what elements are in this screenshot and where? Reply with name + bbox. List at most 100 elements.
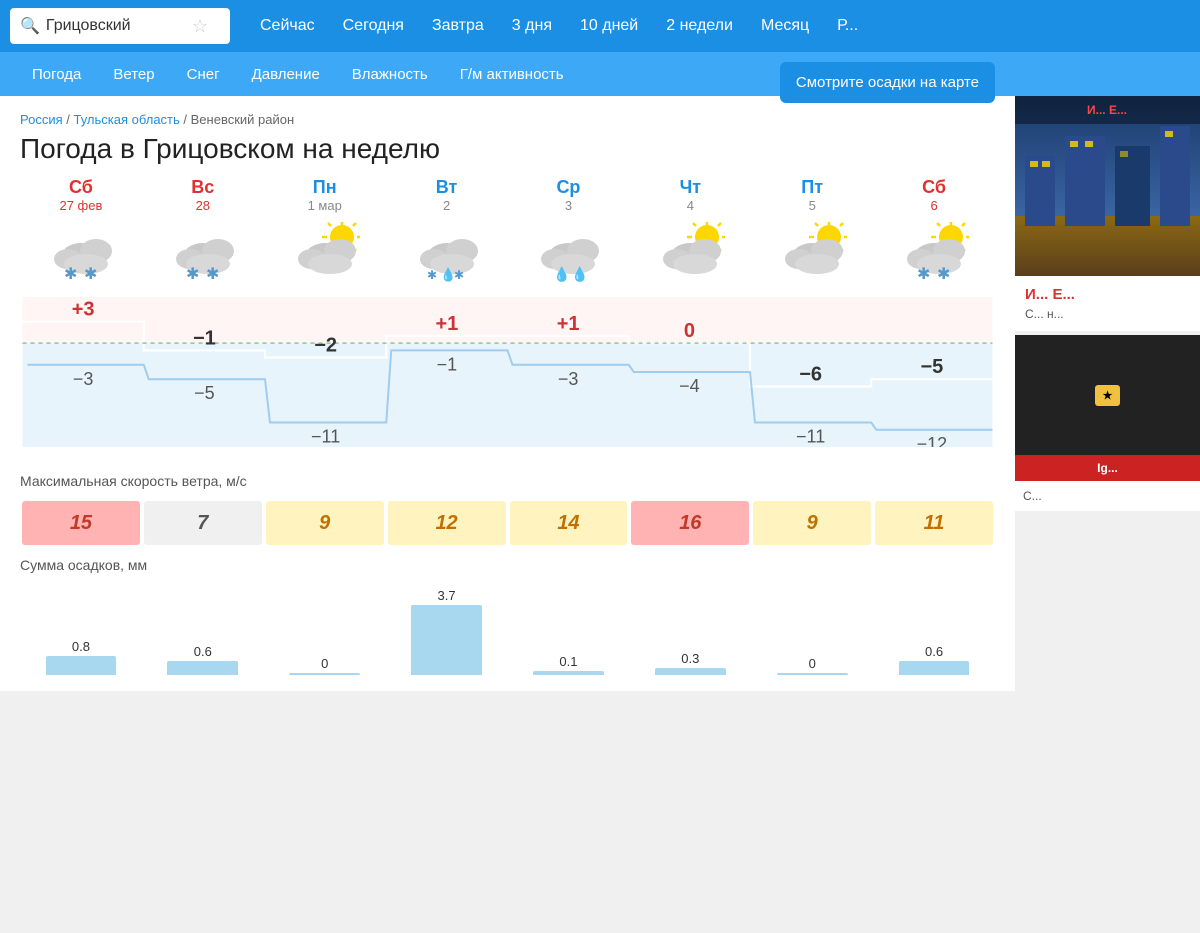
favorite-icon[interactable]: ☆ [192,16,208,37]
rain-map-button[interactable]: Смотрите осадки на карте [780,62,995,103]
precip-bar-1 [167,661,238,675]
svg-text:0: 0 [684,320,695,342]
tab-segodnya[interactable]: Сегодня [329,9,418,43]
wind-section-label: Максимальная скорость ветра, м/с [20,461,995,497]
icon-col-6 [751,219,873,289]
svg-text:−5: −5 [920,356,943,378]
ad-title: И... Е... [1025,286,1190,303]
svg-text:✱: ✱ [64,266,77,283]
breadcrumb-russia[interactable]: Россия [20,112,63,127]
precip-bar-7 [899,661,970,675]
day-date-0: 27 фев [22,198,140,213]
svg-text:−11: −11 [796,427,825,447]
wind-item-4: 14 [510,501,628,545]
breadcrumb-region[interactable]: Тульская область [74,112,180,127]
day-name-7: Сб [875,177,993,198]
day-col-5: Чт 4 [629,177,751,213]
svg-text:−1: −1 [193,327,216,349]
tab-more[interactable]: Р... [823,9,872,43]
breadcrumb: Россия / Тульская область / Веневский ра… [20,112,995,127]
top-navigation: 🔍 ☆ Сейчас Сегодня Завтра 3 дня 10 дней … [0,0,1200,52]
precip-value-4: 0.1 [559,654,577,669]
precip-item-6: 0 [751,585,873,675]
wind-item-3: 12 [388,501,506,545]
svg-text:−4: −4 [679,376,700,396]
icon-col-3: ✱ 💧 ✱ [386,219,508,289]
precip-item-4: 0.1 [508,585,630,675]
sub-navigation: Погода Ветер Снег Давление Влажность Г/м… [0,52,1200,96]
search-box[interactable]: 🔍 ☆ [10,8,230,44]
svg-text:−12: −12 [917,434,948,447]
day-col-1: Вс 28 [142,177,264,213]
wind-item-5: 16 [631,501,749,545]
subtab-veter[interactable]: Ветер [97,58,170,91]
header-area: Смотрите осадки на карте Россия / Тульск… [20,112,995,165]
precip-item-1: 0.6 [142,585,264,675]
svg-text:✱: ✱ [454,268,464,282]
day-col-6: Пт 5 [751,177,873,213]
search-icon: 🔍 [20,16,40,36]
precip-value-0: 0.8 [72,639,90,654]
subtab-pogoda[interactable]: Погода [16,58,97,91]
page-title: Погода в Грицовском на неделю [20,133,995,165]
tab-2weeks[interactable]: 2 недели [652,9,747,43]
ad-image-svg: И... Е... [1015,96,1200,276]
day-name-0: Сб [22,177,140,198]
icon-col-0: ✱ ✱ [20,219,142,289]
svg-text:✱: ✱ [206,266,219,283]
icon-col-2 [264,219,386,289]
wind-item-6: 9 [753,501,871,545]
precip-value-5: 0.3 [681,651,699,666]
subtab-davlenie[interactable]: Давление [236,58,336,91]
subtab-vlazhnost[interactable]: Влажность [336,58,444,91]
tab-10days[interactable]: 10 дней [566,9,652,43]
day-name-1: Вс [144,177,262,198]
svg-text:✱: ✱ [186,266,199,283]
svg-text:−5: −5 [194,383,215,403]
weather-grid: Сб 27 фев Вс 28 Пн 1 мар Вт 2 Ср 3 Чт 4 … [20,177,995,675]
svg-text:−1: −1 [437,354,458,374]
sidebar-dark-ad[interactable]: ★ [1015,335,1200,455]
precip-bar-2 [289,673,360,675]
precip-value-2: 0 [321,656,328,671]
svg-text:✱: ✱ [84,266,97,283]
subtab-gm[interactable]: Г/м активность [444,58,580,91]
sidebar-promo[interactable]: Ig... [1015,455,1200,481]
day-date-1: 28 [144,198,262,213]
svg-text:💧: 💧 [571,266,588,283]
wind-item-2: 9 [266,501,384,545]
day-col-7: Сб 6 [873,177,995,213]
day-col-2: Пн 1 мар [264,177,386,213]
svg-text:−6: −6 [799,363,822,385]
search-input[interactable] [46,17,186,35]
precip-value-1: 0.6 [194,644,212,659]
precip-bar-3 [411,605,482,675]
svg-text:💧: 💧 [553,266,570,283]
day-col-3: Вт 2 [386,177,508,213]
day-name-5: Чт [631,177,749,198]
precip-value-7: 0.6 [925,644,943,659]
sidebar-extra: С... [1015,481,1200,511]
day-date-2: 1 мар [266,198,384,213]
precip-item-3: 3.7 [386,585,508,675]
sidebar: И... Е... И... Е... С... н... ★ Ig... С.… [1015,96,1200,691]
subtab-sneg[interactable]: Снег [171,58,236,91]
tab-3days[interactable]: 3 дня [498,9,566,43]
nav-tabs: Сейчас Сегодня Завтра 3 дня 10 дней 2 не… [246,9,872,43]
tab-zavtra[interactable]: Завтра [418,9,498,43]
tab-month[interactable]: Месяц [747,9,823,43]
tab-seychas[interactable]: Сейчас [246,9,329,43]
day-col-0: Сб 27 фев [20,177,142,213]
icon-col-4: 💧 💧 [508,219,630,289]
sidebar-ad-image[interactable]: И... Е... [1015,96,1200,276]
svg-text:+1: +1 [435,313,458,335]
ad-description: С... н... [1025,307,1190,321]
icon-col-7: ✱ ✱ [873,219,995,289]
main-content: Смотрите осадки на карте Россия / Тульск… [0,96,1200,691]
icon-col-5 [629,219,751,289]
precip-section-label: Сумма осадков, мм [20,545,995,581]
day-name-4: Ср [510,177,628,198]
precip-bar-6 [777,673,848,675]
day-name-3: Вт [388,177,506,198]
icon-col-1: ✱ ✱ [142,219,264,289]
